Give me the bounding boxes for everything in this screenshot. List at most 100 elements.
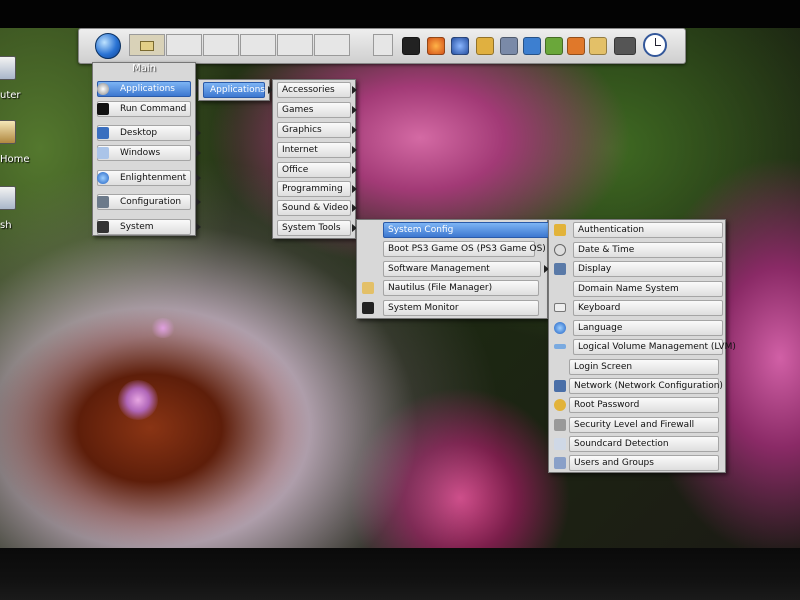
menu-item-date-time[interactable]: Date & Time — [554, 242, 723, 258]
menu-item-label: Sound & Video — [282, 203, 349, 213]
menu-item-label: Authentication — [578, 225, 645, 235]
menu-item-label: Display — [578, 264, 612, 274]
document-icon[interactable] — [523, 37, 541, 55]
menu-item-boot-ps3-game-os[interactable]: Boot PS3 Game OS (PS3 Game OS) — [383, 241, 546, 257]
menu-item-keyboard[interactable]: Keyboard — [554, 300, 723, 316]
terminal-icon[interactable] — [402, 37, 420, 55]
camera-icon[interactable] — [614, 37, 636, 55]
disk-icon — [554, 344, 566, 349]
system-tools-submenu: System Config Boot PS3 Game OS (PS3 Game… — [356, 219, 573, 319]
chevron-right-icon — [196, 129, 201, 137]
menu-item-system-config[interactable]: System Config — [383, 222, 573, 238]
menu-item-games[interactable]: Games — [277, 102, 357, 118]
folder-icon — [362, 282, 374, 294]
desktop-pager-3[interactable] — [203, 34, 239, 56]
desktop-icon — [97, 127, 109, 139]
monitor-icon — [362, 302, 374, 314]
menu-item-domain-name-system[interactable]: Domain Name System — [573, 281, 723, 297]
menu-item-language[interactable]: Language — [554, 320, 723, 336]
spreadsheet-icon[interactable] — [545, 37, 563, 55]
clock-icon — [554, 244, 566, 256]
shield-icon — [554, 419, 566, 431]
menu-item-label: System Config — [388, 225, 454, 235]
chevron-right-icon — [196, 198, 201, 206]
menu-item-label: System Tools — [282, 223, 341, 233]
main-menu-button[interactable] — [95, 33, 121, 59]
menu-item-label: Root Password — [574, 400, 640, 410]
menu-item-run-command[interactable]: Run Command — [97, 101, 191, 117]
menu-item-label: Accessories — [282, 85, 335, 95]
desktop-pager-2[interactable] — [166, 34, 202, 56]
soundcard-icon — [554, 438, 566, 450]
firefox-icon[interactable] — [427, 37, 445, 55]
menu-item-label: Security Level and Firewall — [574, 420, 695, 430]
monitor-bezel-top — [0, 0, 800, 28]
menu-item-root-password[interactable]: Root Password — [554, 397, 719, 413]
menu-item-soundcard-detection[interactable]: Soundcard Detection — [554, 436, 719, 452]
computer-icon[interactable] — [0, 56, 16, 80]
menu-item-desktop[interactable]: Desktop — [97, 125, 201, 141]
menu-item-programming[interactable]: Programming — [277, 181, 357, 197]
menu-item-authentication[interactable]: Authentication — [554, 222, 723, 238]
pager-window-thumbnail — [140, 41, 154, 51]
clock-icon[interactable] — [643, 33, 667, 57]
menu-item-sound-video[interactable]: Sound & Video — [277, 200, 357, 216]
flower-stamen-highlight — [150, 318, 176, 338]
chevron-right-icon — [196, 223, 201, 231]
menu-item-lvm[interactable]: Logical Volume Management (LVM) — [554, 339, 736, 355]
menu-item-applications[interactable]: Applications — [203, 82, 273, 98]
chevron-right-icon — [196, 174, 201, 182]
users-icon — [554, 457, 566, 469]
menu-item-security-level-firewall[interactable]: Security Level and Firewall — [554, 417, 719, 433]
desktop-icon-label: uter — [0, 90, 21, 101]
menu-item-system-tools[interactable]: System Tools — [277, 220, 357, 236]
desktop-pager-1[interactable] — [129, 34, 165, 56]
menu-item-system-monitor[interactable]: System Monitor — [362, 300, 539, 316]
menu-item-applications[interactable]: Applications — [97, 81, 201, 97]
menu-item-accessories[interactable]: Accessories — [277, 82, 357, 98]
globe-icon — [554, 322, 566, 334]
trash-icon[interactable] — [0, 186, 16, 210]
key-icon — [554, 224, 566, 236]
menu-item-label: Software Management — [388, 264, 490, 274]
presentation-icon[interactable] — [567, 37, 585, 55]
tools-icon[interactable] — [500, 37, 518, 55]
menu-item-label: Desktop — [120, 128, 158, 138]
network-icon — [554, 380, 566, 392]
menu-item-network[interactable]: Network (Network Configuration) — [554, 378, 723, 394]
menu-item-graphics[interactable]: Graphics — [277, 122, 357, 138]
menu-item-internet[interactable]: Internet — [277, 142, 357, 158]
menu-item-label: Login Screen — [574, 362, 633, 372]
menu-item-windows[interactable]: Windows — [97, 145, 201, 161]
desktop-pager-5[interactable] — [277, 34, 313, 56]
menu-item-users-groups[interactable]: Users and Groups — [554, 455, 719, 471]
menu-item-label: Language — [578, 323, 623, 333]
menu-item-nautilus-file-manager[interactable]: Nautilus (File Manager) — [362, 280, 539, 296]
main-menu: Main Applications Run Command Desktop Wi… — [92, 62, 201, 236]
keyboard-icon — [554, 303, 566, 312]
configuration-icon — [97, 196, 109, 208]
menu-item-enlightenment[interactable]: Enlightenment — [97, 170, 201, 186]
menu-item-label: Configuration — [120, 197, 182, 207]
menu-item-login-screen[interactable]: Login Screen — [569, 359, 719, 375]
menu-item-display[interactable]: Display — [554, 261, 723, 277]
menu-item-system[interactable]: System — [97, 219, 201, 235]
menu-item-office[interactable]: Office — [277, 162, 357, 178]
menu-item-software-management[interactable]: Software Management — [383, 261, 549, 277]
monitor-bezel-bottom — [0, 548, 800, 600]
menu-item-label: Windows — [120, 148, 161, 158]
desktop-pager-6[interactable] — [314, 34, 350, 56]
menu-item-label: Graphics — [282, 125, 322, 135]
desktop-pager-4[interactable] — [240, 34, 276, 56]
menu-item-label: System Monitor — [388, 303, 459, 313]
menu-item-label: Nautilus (File Manager) — [388, 283, 493, 293]
home-folder-icon[interactable] — [0, 120, 16, 144]
menu-item-configuration[interactable]: Configuration — [97, 194, 201, 210]
system-config-submenu: Authentication Date & Time Display Domai… — [548, 219, 736, 473]
desktop-icon-label: Home — [0, 154, 30, 165]
main-menu-title: Main — [132, 63, 156, 74]
chevron-right-icon — [352, 166, 357, 174]
folder-icon[interactable] — [589, 37, 607, 55]
chat-icon[interactable] — [476, 37, 494, 55]
thunderbird-icon[interactable] — [451, 37, 469, 55]
